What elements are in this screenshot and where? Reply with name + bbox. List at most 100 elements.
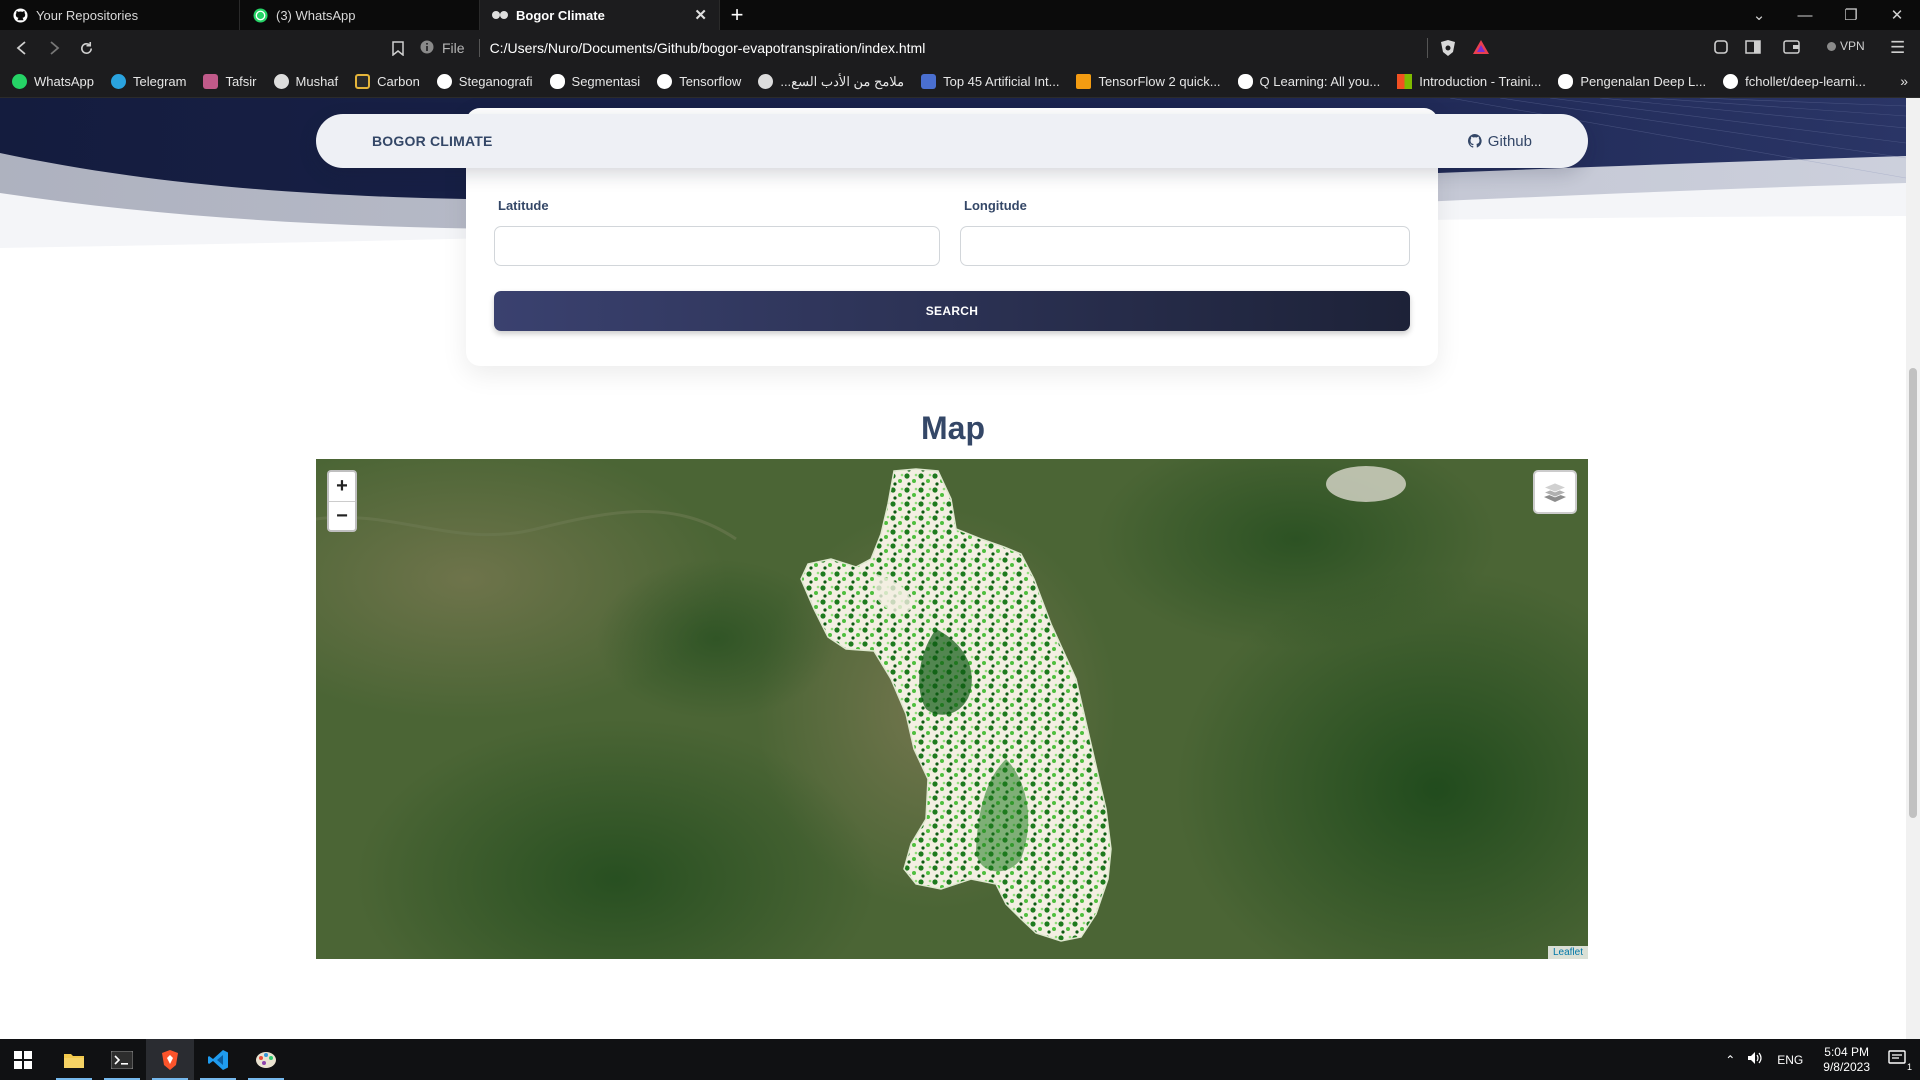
- brave-browser-app[interactable]: [146, 1039, 194, 1080]
- system-tray: ⌃ ENG 5:04 PM 9/8/2023 1: [1725, 1039, 1920, 1080]
- bookmark-item[interactable]: WhatsApp: [12, 74, 94, 89]
- map-attribution[interactable]: Leaflet: [1547, 946, 1588, 959]
- bookmark-item[interactable]: Steganografi: [436, 74, 533, 89]
- back-icon[interactable]: [6, 32, 38, 64]
- file-explorer-app[interactable]: [50, 1039, 98, 1080]
- bookmark-label: ...ملامح من الأدب السع: [780, 73, 905, 89]
- whatsapp-icon: [12, 74, 27, 89]
- speaker-icon[interactable]: [1747, 1051, 1763, 1068]
- tensorflow-icon: [1076, 74, 1092, 89]
- bookmark-item[interactable]: Tafsir: [203, 74, 257, 89]
- layers-button[interactable]: [1533, 470, 1577, 514]
- brave-rewards-icon[interactable]: [1472, 39, 1490, 60]
- medium-icon: [1237, 74, 1253, 89]
- bookmark-item[interactable]: Tensorflow: [657, 74, 741, 89]
- tab-whatsapp[interactable]: (3) WhatsApp: [240, 0, 480, 30]
- scrollbar-thumb[interactable]: [1909, 368, 1917, 818]
- paint-app[interactable]: [242, 1039, 290, 1080]
- bookmark-label: fchollet/deep-learni...: [1745, 74, 1866, 89]
- more-bookmarks-icon[interactable]: »: [1900, 73, 1908, 89]
- bookmark-item[interactable]: ...ملامح من الأدب السع: [758, 74, 904, 90]
- brave-shield-icon[interactable]: [1440, 39, 1456, 62]
- windows-taskbar: ⌃ ENG 5:04 PM 9/8/2023 1: [0, 1039, 1920, 1080]
- bookmark-label: Tafsir: [225, 74, 257, 89]
- globe-icon: [758, 74, 774, 89]
- language-indicator[interactable]: ENG: [1777, 1053, 1803, 1067]
- vpn-button[interactable]: VPN: [1827, 39, 1865, 53]
- bookmark-label: TensorFlow 2 quick...: [1098, 74, 1221, 89]
- start-button[interactable]: [0, 1039, 46, 1080]
- bookmark-item[interactable]: Pengenalan Deep L...: [1558, 74, 1706, 89]
- bookmark-item[interactable]: Mushaf: [273, 74, 339, 89]
- tab-label: Bogor Climate: [516, 7, 605, 23]
- bookmark-icon[interactable]: [382, 32, 414, 64]
- sidebar-icon[interactable]: [1745, 39, 1761, 60]
- github-icon: [657, 74, 673, 89]
- clock[interactable]: 5:04 PM 9/8/2023: [1823, 1045, 1870, 1075]
- microsoft-icon: [1397, 74, 1413, 89]
- zoom-control: + −: [327, 470, 357, 532]
- bookmark-label: Top 45 Artificial Int...: [943, 74, 1060, 89]
- longitude-input[interactable]: [960, 226, 1410, 266]
- wallet-icon[interactable]: [1783, 40, 1800, 59]
- map-view[interactable]: + − Leaflet: [316, 459, 1588, 959]
- window-close-icon[interactable]: ✕: [1874, 0, 1920, 30]
- bookmark-label: Carbon: [377, 74, 420, 89]
- info-icon: [420, 40, 434, 57]
- page-scrollbar[interactable]: [1906, 98, 1920, 1039]
- vscode-app[interactable]: [194, 1039, 242, 1080]
- latitude-input[interactable]: [494, 226, 940, 266]
- bookmark-item[interactable]: TensorFlow 2 quick...: [1076, 74, 1221, 89]
- search-button[interactable]: SEARCH: [494, 291, 1410, 331]
- zoom-in-button[interactable]: +: [329, 472, 355, 501]
- browser-tab-bar: Your Repositories (3) WhatsApp Bogor Cli…: [0, 0, 1920, 30]
- restore-icon[interactable]: ❐: [1828, 0, 1874, 30]
- tab-label: Your Repositories: [36, 7, 139, 23]
- minimize-icon[interactable]: —: [1782, 0, 1828, 30]
- address-bar[interactable]: File C:/Users/Nuro/Documents/Github/bogo…: [420, 36, 1500, 60]
- notifications-button[interactable]: 1: [1888, 1050, 1912, 1072]
- extensions-icon[interactable]: [1713, 39, 1729, 60]
- chevron-down-icon[interactable]: ⌄: [1736, 0, 1782, 30]
- menu-icon[interactable]: ☰: [1890, 38, 1905, 58]
- forward-icon[interactable]: [38, 32, 70, 64]
- vscode-icon: [208, 1049, 228, 1070]
- bookmark-item[interactable]: Telegram: [110, 74, 186, 89]
- bookmark-item[interactable]: Q Learning: All you...: [1237, 74, 1380, 89]
- bookmark-item[interactable]: Top 45 Artificial Int...: [921, 74, 1059, 89]
- towards-ai-icon: [921, 74, 937, 89]
- github-icon: [12, 7, 28, 23]
- clock-time: 5:04 PM: [1824, 1044, 1869, 1059]
- bookmark-item[interactable]: Carbon: [355, 74, 420, 89]
- github-link[interactable]: Github: [1467, 133, 1532, 150]
- bookmark-item[interactable]: Introduction - Traini...: [1397, 74, 1541, 89]
- windows-icon: [14, 1050, 32, 1069]
- bookmarks-bar: WhatsApp Telegram Tafsir Mushaf Carbon S…: [0, 66, 1920, 98]
- bookmark-label: Mushaf: [295, 74, 339, 89]
- tab-bogor-climate[interactable]: Bogor Climate ✕: [480, 0, 720, 30]
- bookmark-label: Introduction - Traini...: [1419, 74, 1542, 89]
- satellite-map-image: [316, 459, 1588, 959]
- site-navbar: BOGOR CLIMATE Github: [316, 114, 1588, 168]
- medium-icon: [549, 74, 565, 89]
- carbon-icon: [355, 74, 371, 89]
- page-icon: [492, 7, 508, 23]
- bookmark-item[interactable]: Segmentasi: [549, 74, 641, 89]
- bookmark-item[interactable]: fchollet/deep-learni...: [1723, 74, 1866, 89]
- medium-icon: [1558, 74, 1574, 89]
- new-tab-button[interactable]: +: [720, 0, 754, 30]
- tafsir-icon: [203, 74, 219, 89]
- tab-your-repositories[interactable]: Your Repositories: [0, 0, 240, 30]
- close-icon[interactable]: ✕: [694, 6, 707, 24]
- terminal-app[interactable]: [98, 1039, 146, 1080]
- chevron-up-icon[interactable]: ⌃: [1725, 1053, 1735, 1067]
- bookmark-label: WhatsApp: [34, 74, 94, 89]
- vpn-label: VPN: [1840, 39, 1865, 53]
- reload-icon[interactable]: [70, 32, 102, 64]
- bookmark-label: Segmentasi: [571, 74, 641, 89]
- url-separator: [478, 39, 480, 57]
- zoom-out-button[interactable]: −: [329, 501, 355, 530]
- site-brand[interactable]: BOGOR CLIMATE: [372, 133, 493, 149]
- latitude-label: Latitude: [498, 198, 549, 213]
- url-scheme-label: File: [442, 40, 465, 56]
